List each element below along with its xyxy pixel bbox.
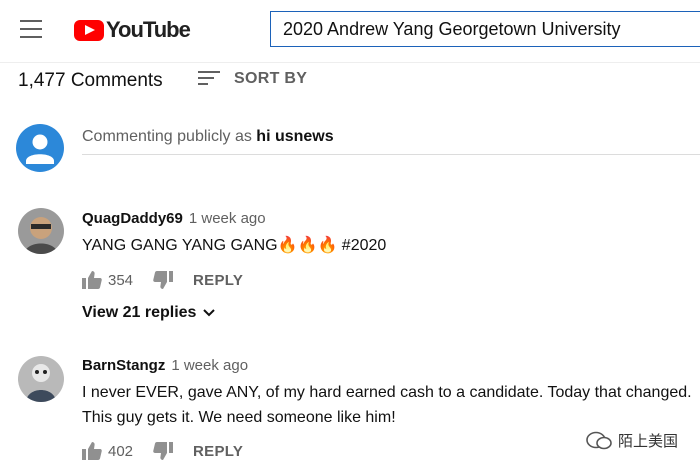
comment-time[interactable]: 1 week ago [189,210,266,227]
comment-actions: 402 REPLY [82,442,243,460]
comment-text-line: I never EVER, gave ANY, of my hard earne… [82,384,692,401]
divider [0,62,700,63]
watermark: 陌上美国 [586,430,678,451]
comment-input-underline [82,154,700,155]
view-replies-label: View 21 replies [82,304,197,321]
watermark-text: 陌上美国 [617,433,678,450]
youtube-logo[interactable]: YouTube [74,17,191,42]
avatar-photo-icon [18,356,64,402]
reply-button[interactable]: REPLY [193,272,243,289]
chevron-down-icon [203,309,216,317]
comment-text: I never EVER, gave ANY, of my hard earne… [82,380,700,430]
thumbs-up-icon[interactable] [82,442,102,460]
avatar-photo-icon [18,208,64,254]
comments-count: 1,477 Comments [18,70,163,91]
commenting-as-label: Commenting publicly as [82,128,257,145]
thumbs-down-icon[interactable] [153,442,174,460]
comment-meta: BarnStangz 1 week ago [82,357,248,375]
commenting-username: hi usnews [256,128,334,145]
comment-text-line: This guy gets it. We need someone like h… [82,409,396,426]
thumbs-down-icon[interactable] [153,271,174,289]
reply-button[interactable]: REPLY [193,443,243,460]
comment-author[interactable]: QuagDaddy69 [82,210,183,227]
like-count: 354 [108,271,134,289]
youtube-play-icon [74,19,104,41]
avatar[interactable] [18,208,64,254]
hamburger-menu-icon[interactable] [20,20,42,38]
logo-text: YouTube [106,17,191,42]
comment-author[interactable]: BarnStangz [82,357,165,374]
sort-by-button[interactable]: SORT BY [198,70,307,88]
comment-text: YANG GANG YANG GANG🔥🔥🔥 #2020 [82,237,387,254]
comment-time[interactable]: 1 week ago [171,357,248,374]
search-box[interactable] [270,11,700,47]
search-input[interactable] [271,12,700,46]
sort-icon [198,71,220,87]
person-icon [26,134,54,164]
comment-meta: QuagDaddy69 1 week ago [82,210,266,228]
thumbs-up-icon[interactable] [82,271,102,289]
user-avatar [16,124,64,172]
sort-by-label: SORT BY [234,70,308,87]
wechat-icon [586,431,612,449]
comment-actions: 354 REPLY [82,271,243,289]
view-replies-button[interactable]: View 21 replies [82,304,216,322]
like-count: 402 [108,442,134,460]
comment-input[interactable]: Commenting publicly as hi usnews [82,128,334,146]
avatar[interactable] [18,356,64,402]
